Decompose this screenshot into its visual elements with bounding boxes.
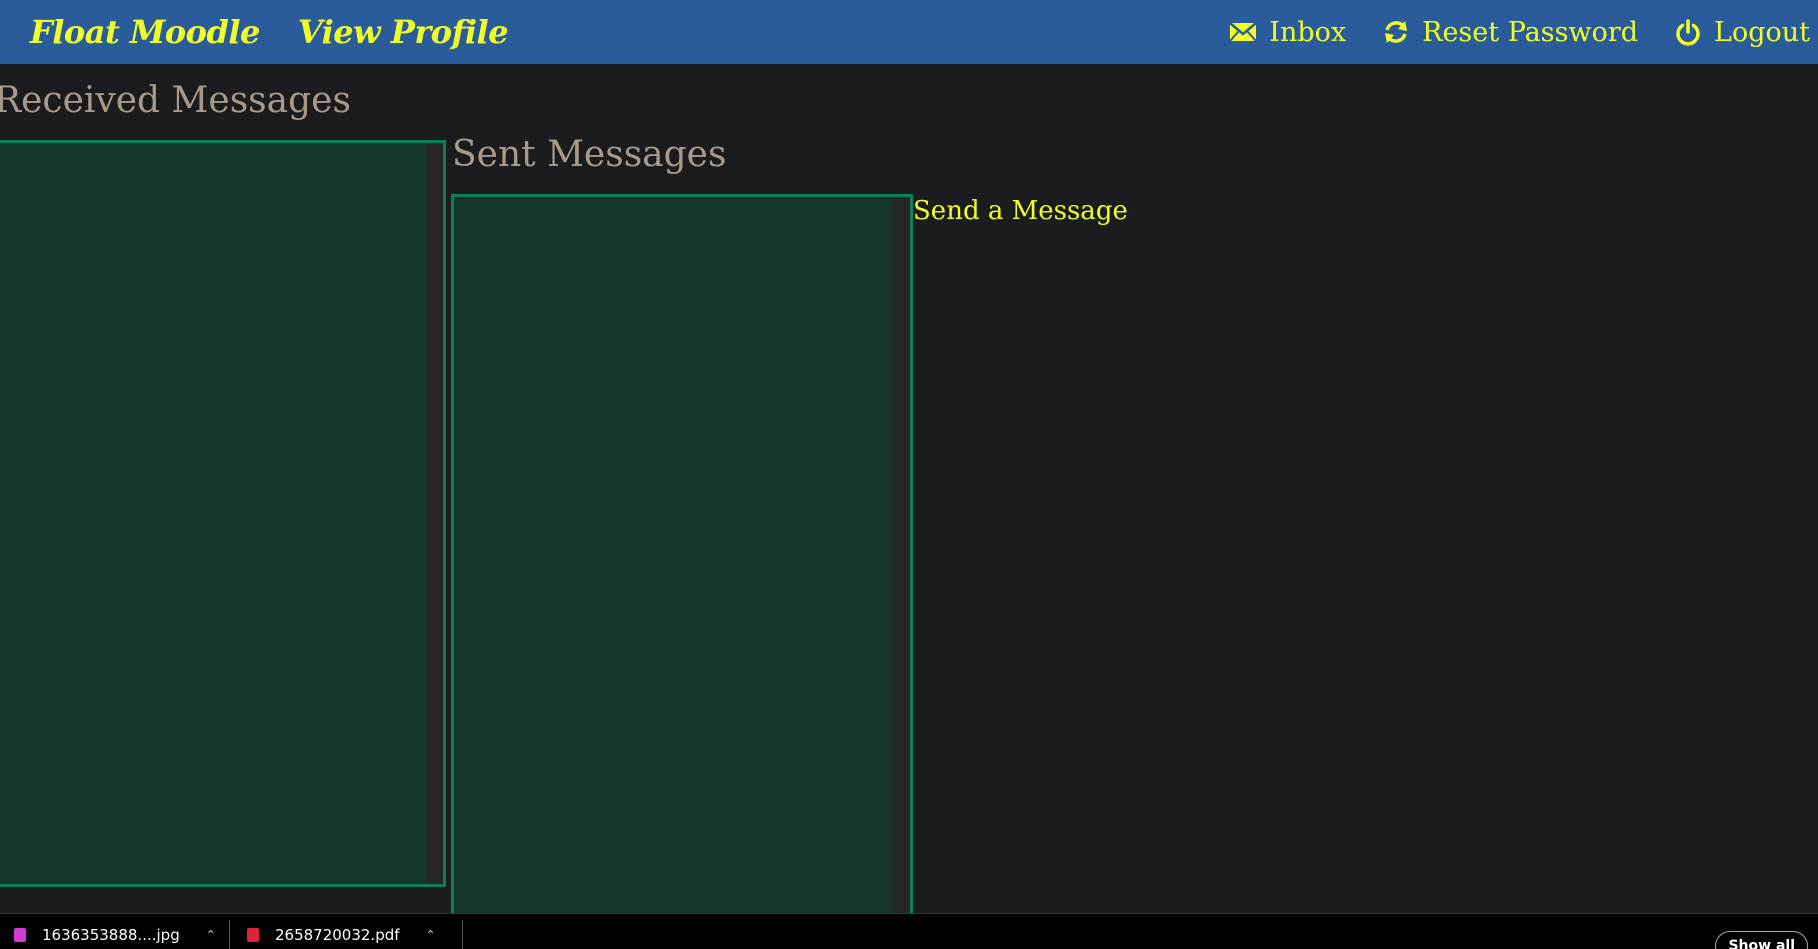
chevron-up-icon[interactable]: ⌃ (426, 928, 436, 942)
download-filename: 1636353888....jpg (42, 926, 180, 944)
chevron-up-icon[interactable]: ⌃ (206, 928, 216, 942)
sent-messages-panel[interactable] (451, 194, 913, 914)
navbar-left: Float Moodle View Profile (30, 0, 509, 64)
show-all-button[interactable]: Show all (1715, 931, 1808, 949)
sent-messages-scrollbar[interactable] (894, 197, 910, 914)
reset-password-link[interactable]: Reset Password (1382, 17, 1638, 48)
inbox-label: Inbox (1269, 16, 1347, 48)
download-item[interactable]: 1636353888....jpg ⌃ (14, 926, 216, 944)
brand-link[interactable]: Float Moodle (30, 13, 260, 51)
pdf-file-icon (247, 928, 259, 942)
download-filename: 2658720032.pdf (275, 926, 400, 944)
sent-messages-heading: Sent Messages (452, 134, 727, 175)
download-bar: 1636353888....jpg ⌃ 2658720032.pdf ⌃ Sho… (0, 913, 1818, 949)
image-file-icon (14, 928, 26, 942)
view-profile-link[interactable]: View Profile (298, 13, 509, 51)
refresh-icon (1382, 18, 1410, 46)
download-divider (229, 920, 230, 949)
logout-label: Logout (1714, 16, 1810, 48)
send-message-link[interactable]: Send a Message (913, 196, 1128, 226)
top-navbar: Float Moodle View Profile Inbox Reset Pa… (0, 0, 1818, 64)
logout-link[interactable]: Logout (1674, 17, 1810, 48)
inbox-link[interactable]: Inbox (1229, 17, 1346, 48)
envelope-icon (1229, 18, 1258, 46)
download-divider (462, 920, 463, 949)
navbar-right: Inbox Reset Password Logout (1193, 0, 1810, 64)
received-messages-heading: Received Messages (0, 80, 351, 121)
received-messages-scrollbar[interactable] (427, 143, 443, 884)
download-item[interactable]: 2658720032.pdf ⌃ (247, 926, 436, 944)
power-icon (1674, 18, 1702, 46)
reset-password-label: Reset Password (1422, 16, 1639, 48)
received-messages-panel[interactable] (0, 140, 446, 887)
